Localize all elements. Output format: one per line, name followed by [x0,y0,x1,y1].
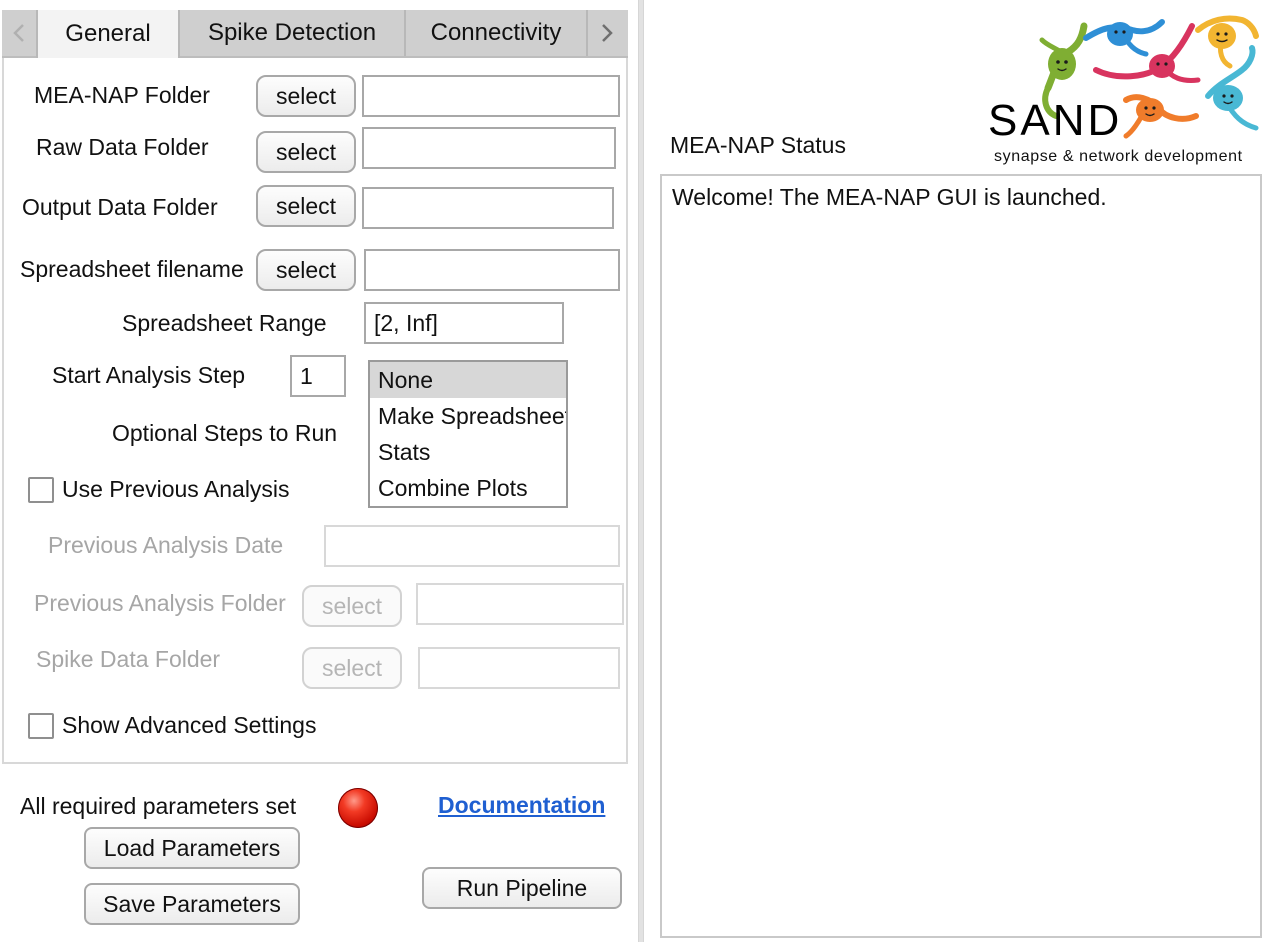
optional-steps-listbox[interactable]: None Make Spreadsheet Stats Combine Plot… [368,360,568,508]
status-log-textarea[interactable]: Welcome! The MEA-NAP GUI is launched. [660,174,1262,938]
tab-general[interactable]: General [36,10,180,58]
start-analysis-step-label: Start Analysis Step [52,362,246,388]
settings-panel: General Spike Detection Connectivity MEA… [0,0,644,942]
spreadsheet-range-field[interactable]: [2, Inf] [364,302,564,344]
show-advanced-settings-checkbox[interactable] [28,713,54,739]
list-item-make-spreadsheet[interactable]: Make Spreadsheet [370,398,566,434]
output-data-folder-field[interactable] [362,187,614,229]
list-item-combine-plots[interactable]: Combine Plots [370,470,566,506]
run-pipeline-button[interactable]: Run Pipeline [422,867,622,909]
documentation-link[interactable]: Documentation [438,792,605,819]
tab-scroll-right-icon[interactable] [590,10,624,56]
spreadsheet-filename-select-button[interactable]: select [256,249,356,291]
list-item-stats[interactable]: Stats [370,434,566,470]
tab-strip: General Spike Detection Connectivity [2,10,628,58]
required-parameters-status-label: All required parameters set [20,793,297,819]
spreadsheet-filename-label: Spreadsheet filename [20,256,244,282]
previous-analysis-date-field[interactable] [324,525,620,567]
spike-data-folder-field[interactable] [418,647,620,689]
spreadsheet-filename-field[interactable] [364,249,620,291]
mea-nap-folder-label: MEA-NAP Folder [34,82,210,108]
previous-analysis-folder-select-button[interactable]: select [302,585,402,627]
mea-nap-folder-field[interactable] [362,75,620,117]
show-advanced-settings-label: Show Advanced Settings [62,712,317,738]
use-previous-analysis-checkbox[interactable] [28,477,54,503]
output-data-folder-select-button[interactable]: select [256,185,356,227]
status-indicator-lamp [338,788,378,828]
previous-analysis-folder-field[interactable] [416,583,624,625]
optional-steps-label: Optional Steps to Run [112,420,338,446]
spike-data-folder-select-button[interactable]: select [302,647,402,689]
tab-connectivity[interactable]: Connectivity [406,10,588,56]
status-panel-title: MEA-NAP Status [670,132,846,158]
tab-scroll-left-icon[interactable] [2,10,36,56]
save-parameters-button[interactable]: Save Parameters [84,883,300,925]
raw-data-folder-field[interactable] [362,127,616,169]
mea-nap-folder-select-button[interactable]: select [256,75,356,117]
raw-data-folder-select-button[interactable]: select [256,131,356,173]
panel-divider[interactable] [638,0,644,942]
sand-tagline: synapse & network development [994,148,1243,165]
spike-data-folder-label: Spike Data Folder [36,646,221,672]
use-previous-analysis-label: Use Previous Analysis [62,476,290,502]
tab-spike-detection[interactable]: Spike Detection [180,10,406,56]
spreadsheet-range-label: Spreadsheet Range [122,310,327,336]
previous-analysis-folder-label: Previous Analysis Folder [34,590,286,616]
sand-wordmark: SAND [988,96,1123,145]
start-analysis-step-field[interactable]: 1 [290,355,346,397]
list-item-none[interactable]: None [370,362,566,398]
output-data-folder-label: Output Data Folder [22,194,218,220]
raw-data-folder-label: Raw Data Folder [36,134,209,160]
load-parameters-button[interactable]: Load Parameters [84,827,300,869]
status-message: Welcome! The MEA-NAP GUI is launched. [672,184,1107,210]
previous-analysis-date-label: Previous Analysis Date [48,532,284,558]
